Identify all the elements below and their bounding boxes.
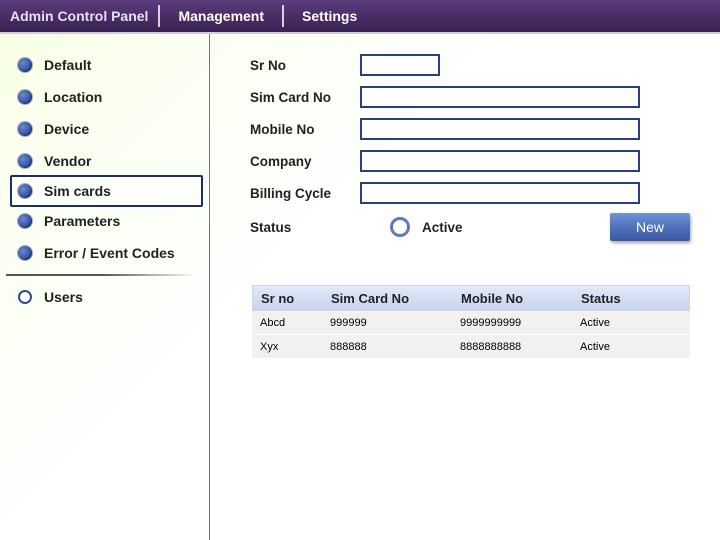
form-row-status: Status Active New (210, 209, 720, 245)
sidebar-item-users[interactable]: Users (0, 281, 209, 313)
cell-mobile: 9999999999 (452, 317, 572, 329)
sidebar: Default Location Device Vendor Sim cards… (0, 34, 210, 540)
sidebar-item-label: Default (44, 57, 91, 73)
table-header: Sr no Sim Card No Mobile No Status (252, 285, 690, 311)
status-value: Active (422, 220, 463, 235)
tab-management[interactable]: Management (160, 8, 282, 24)
sidebar-item-label: Vendor (44, 153, 91, 169)
billing-cycle-input[interactable] (360, 182, 640, 204)
form-row-billing: Billing Cycle (210, 177, 720, 209)
field-label: Company (250, 154, 360, 169)
table-row[interactable]: Abcd 999999 9999999999 Active (252, 311, 690, 335)
sidebar-item-label: Parameters (44, 213, 120, 229)
sidebar-item-default[interactable]: Default (0, 49, 209, 81)
sidebar-divider (6, 274, 197, 276)
bullet-icon (18, 214, 32, 228)
mobile-no-input[interactable] (360, 118, 640, 140)
form-row-company: Company (210, 145, 720, 177)
col-mobile: Mobile No (453, 291, 573, 306)
cell-sim: 999999 (322, 317, 452, 329)
app-title: Admin Control Panel (0, 8, 158, 24)
bullet-icon (18, 246, 32, 260)
cell-sim: 888888 (322, 341, 452, 353)
sidebar-item-label: Users (44, 289, 83, 305)
field-label: Billing Cycle (250, 186, 360, 201)
field-label: Status (250, 220, 360, 235)
sim-card-no-input[interactable] (360, 86, 640, 108)
field-label: Sim Card No (250, 90, 360, 105)
cell-srno: Xyx (252, 341, 322, 353)
bullet-icon (18, 184, 32, 198)
sidebar-item-label: Error / Event Codes (44, 245, 175, 261)
sidebar-item-location[interactable]: Location (0, 81, 209, 113)
sidebar-item-sim-cards[interactable]: Sim cards (10, 175, 203, 207)
sidebar-item-vendor[interactable]: Vendor (0, 145, 209, 177)
cell-status: Active (572, 341, 652, 353)
cell-srno: Abcd (252, 317, 322, 329)
col-status: Status (573, 291, 653, 306)
sidebar-item-label: Sim cards (44, 183, 111, 199)
new-button[interactable]: New (610, 213, 690, 241)
results-table: Sr no Sim Card No Mobile No Status Abcd … (252, 285, 690, 359)
field-label: Sr No (250, 58, 360, 73)
col-srno: Sr no (253, 291, 323, 306)
cell-status: Active (572, 317, 652, 329)
col-sim: Sim Card No (323, 291, 453, 306)
tab-settings[interactable]: Settings (284, 8, 375, 24)
bullet-icon (18, 154, 32, 168)
main-panel: Sr No Sim Card No Mobile No Company Bill… (210, 34, 720, 540)
sidebar-item-parameters[interactable]: Parameters (0, 205, 209, 237)
cell-mobile: 8888888888 (452, 341, 572, 353)
field-label: Mobile No (250, 122, 360, 137)
status-radio-icon[interactable] (390, 217, 410, 237)
bullet-icon (18, 90, 32, 104)
bullet-icon (18, 58, 32, 72)
table-row[interactable]: Xyx 888888 8888888888 Active (252, 335, 690, 359)
top-bar: Admin Control Panel Management Settings (0, 0, 720, 34)
sidebar-item-error-codes[interactable]: Error / Event Codes (0, 237, 209, 269)
company-input[interactable] (360, 150, 640, 172)
form-row-srno: Sr No (210, 49, 720, 81)
sidebar-item-device[interactable]: Device (0, 113, 209, 145)
sidebar-item-label: Device (44, 121, 89, 137)
bullet-icon (18, 122, 32, 136)
form-row-simcard: Sim Card No (210, 81, 720, 113)
form-row-mobile: Mobile No (210, 113, 720, 145)
bullet-icon (18, 290, 32, 304)
sr-no-input[interactable] (360, 54, 440, 76)
sidebar-item-label: Location (44, 89, 102, 105)
